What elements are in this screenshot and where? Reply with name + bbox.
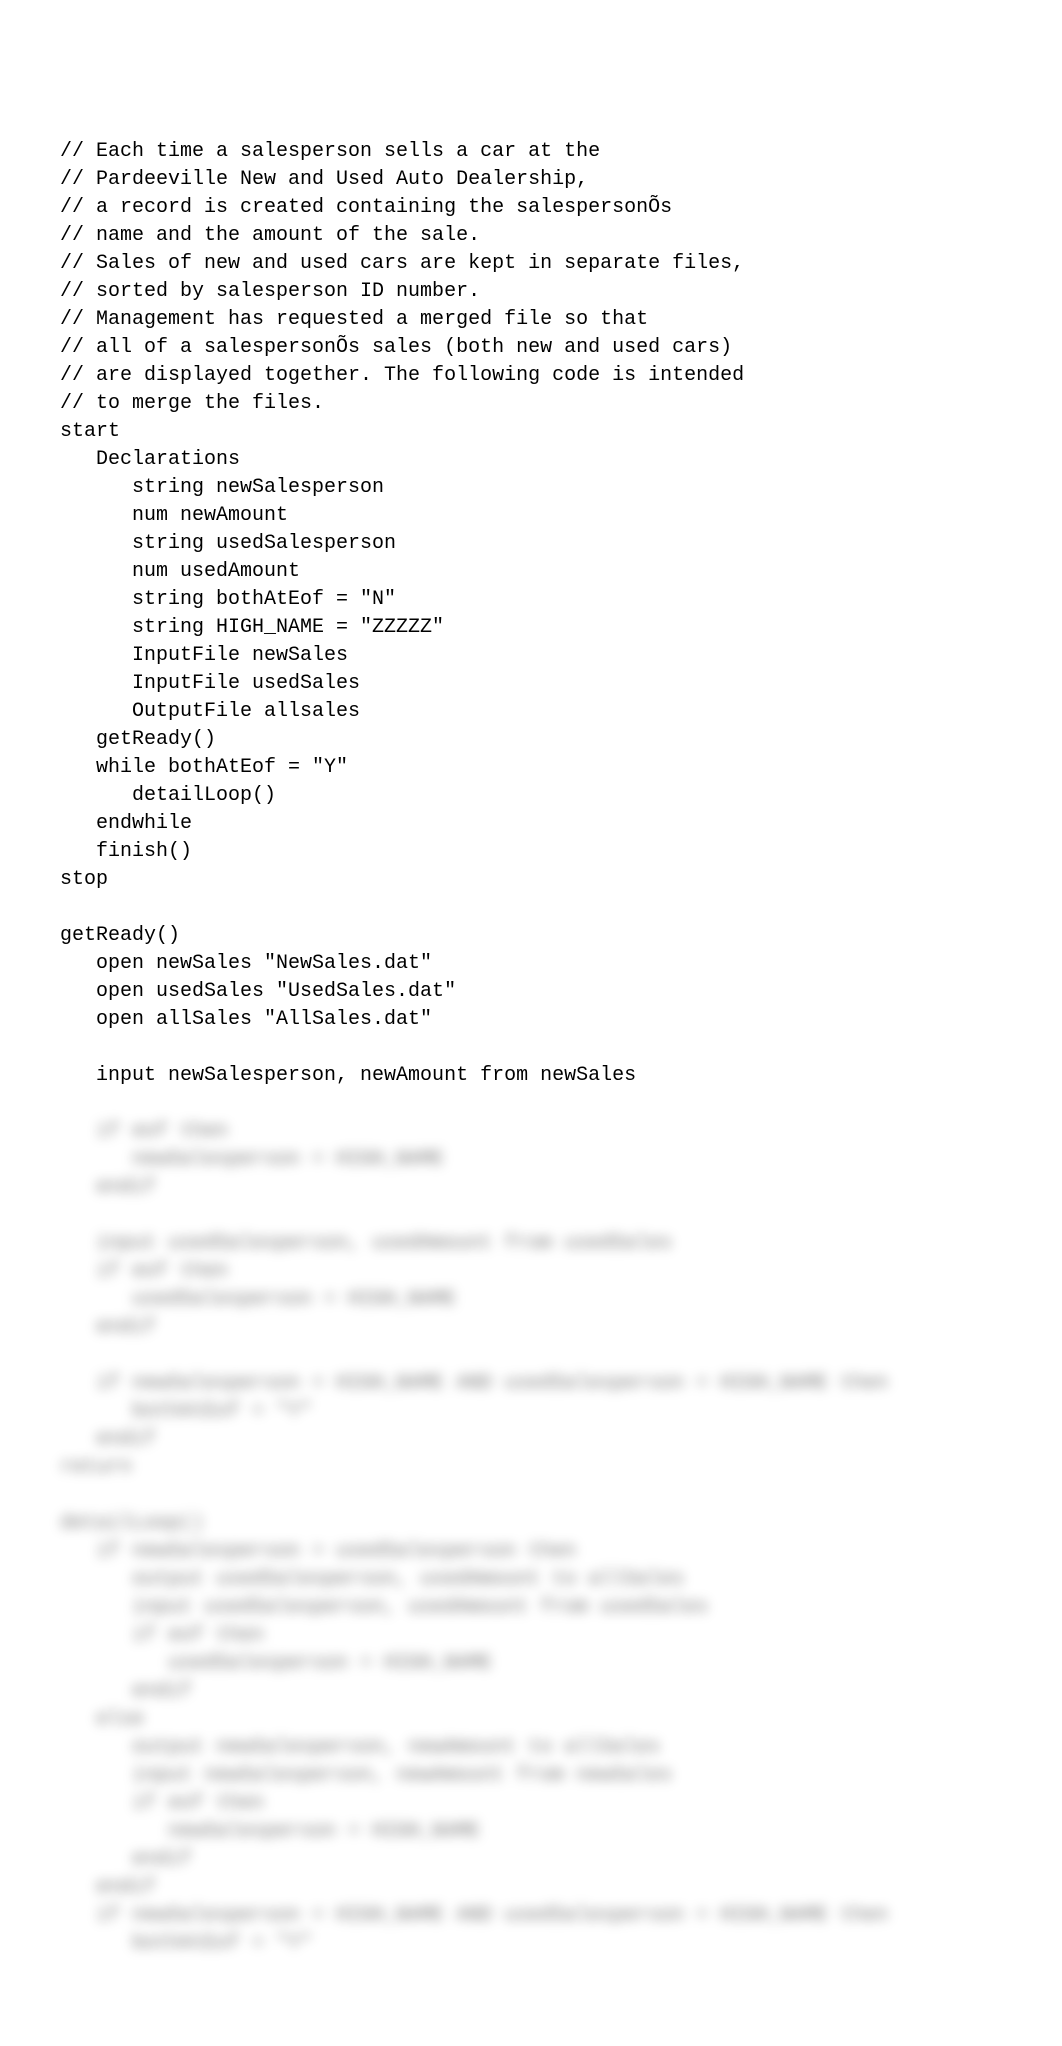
code-blurred-block: if eof then newSalesperson = HIGH_NAME e…	[60, 1118, 1002, 1958]
code-clear-block: // Each time a salesperson sells a car a…	[60, 138, 1002, 1090]
code-page: // Each time a salesperson sells a car a…	[0, 0, 1062, 2046]
